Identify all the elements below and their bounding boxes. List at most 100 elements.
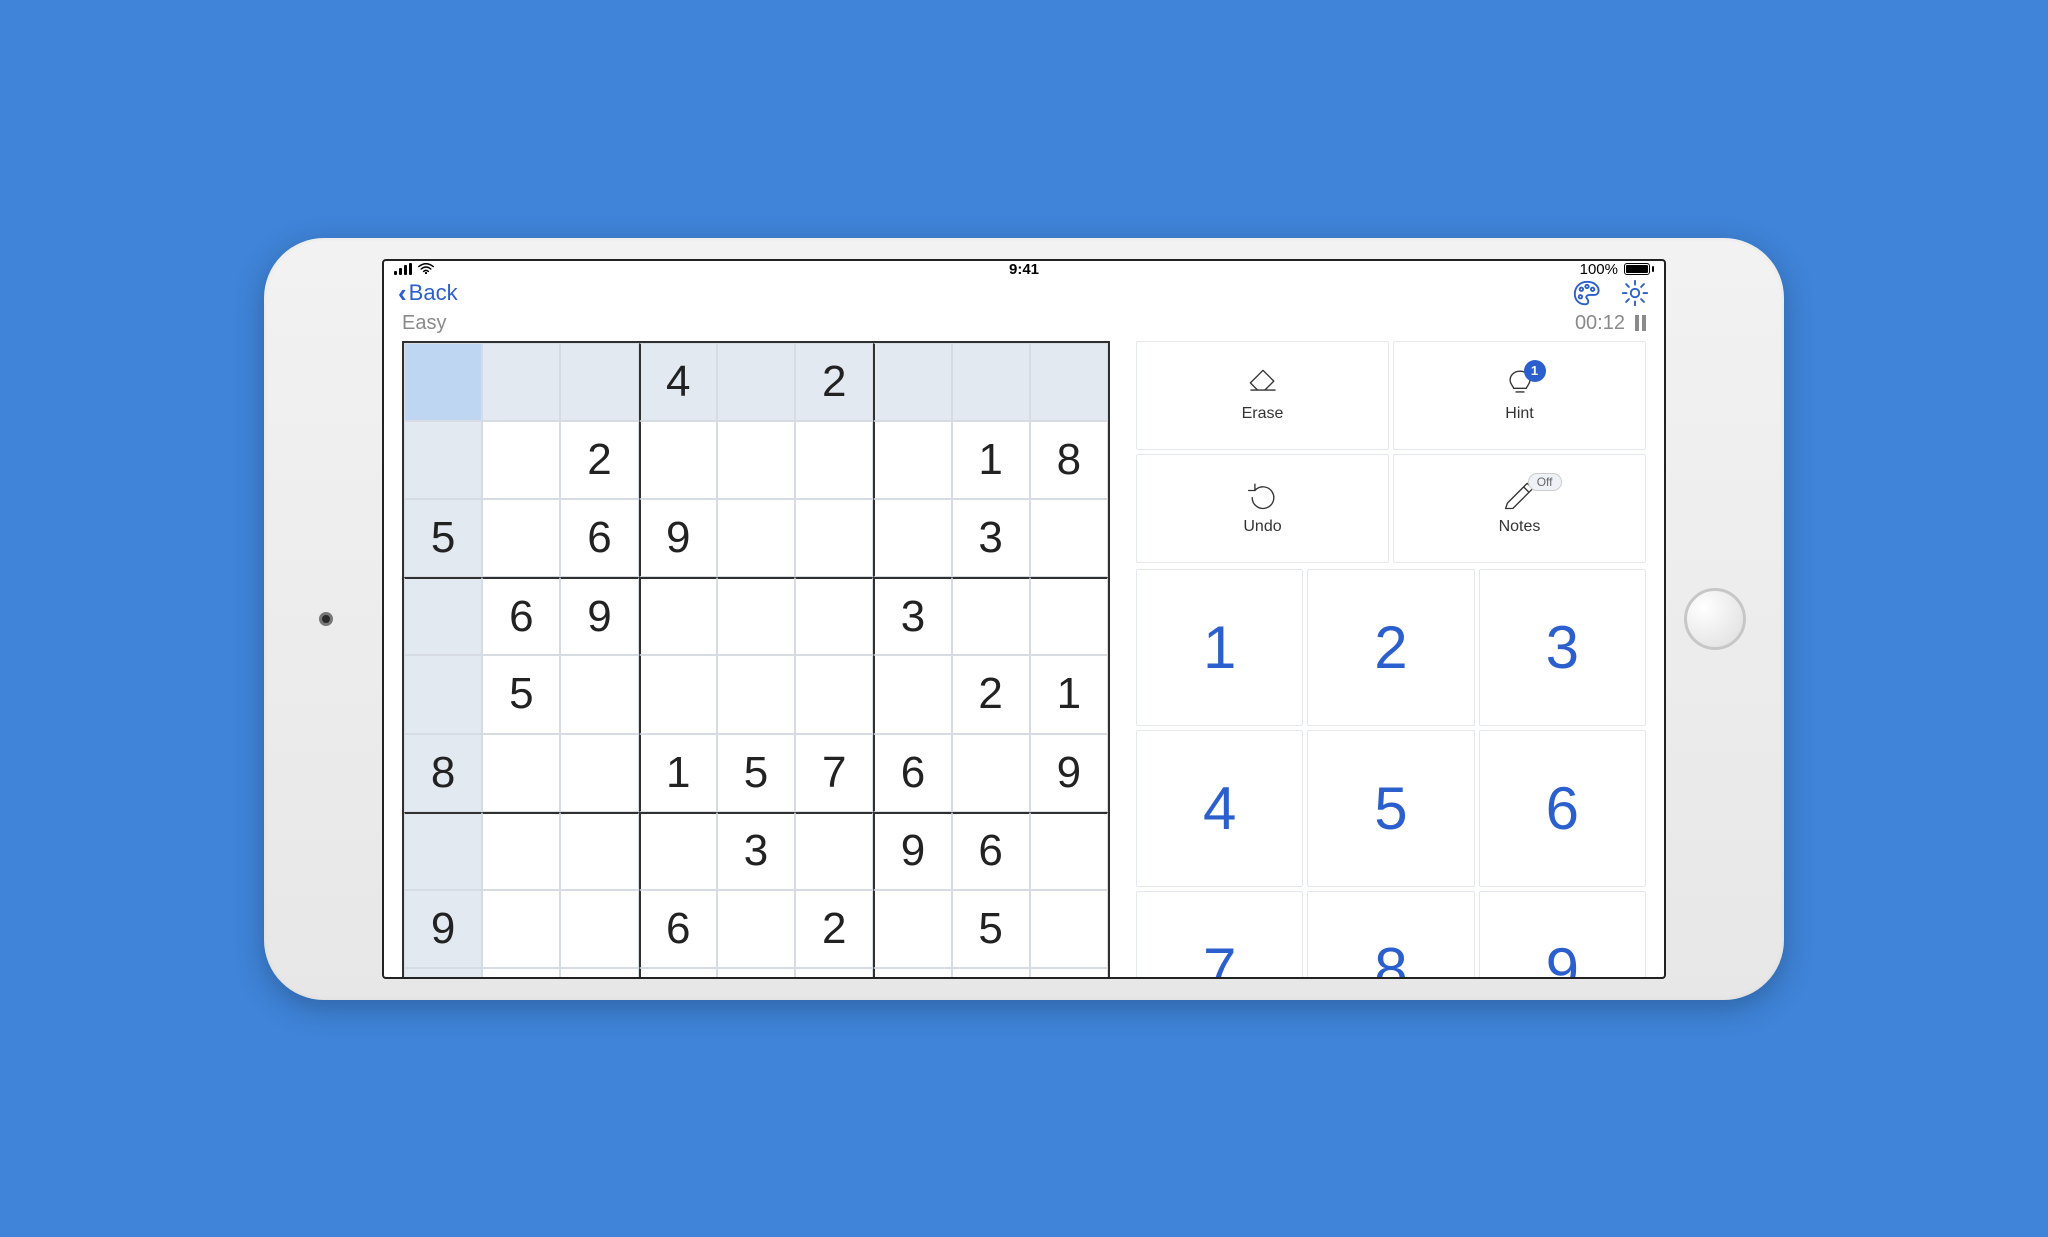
- number-button-9[interactable]: 9: [1479, 891, 1646, 978]
- home-button[interactable]: [1684, 588, 1746, 650]
- number-button-3[interactable]: 3: [1479, 569, 1646, 726]
- sudoku-cell[interactable]: 9: [639, 499, 717, 577]
- sudoku-cell[interactable]: 1: [952, 421, 1030, 499]
- sudoku-cell[interactable]: [952, 734, 1030, 812]
- sudoku-cell[interactable]: [482, 890, 560, 968]
- erase-button[interactable]: Erase: [1136, 341, 1389, 450]
- sudoku-cell[interactable]: [482, 343, 560, 421]
- sudoku-cell[interactable]: [639, 577, 717, 655]
- sudoku-cell[interactable]: 2: [560, 421, 638, 499]
- number-button-6[interactable]: 6: [1479, 730, 1646, 887]
- number-button-1[interactable]: 1: [1136, 569, 1303, 726]
- sudoku-cell[interactable]: [404, 421, 482, 499]
- sudoku-cell[interactable]: 6: [560, 499, 638, 577]
- sudoku-cell[interactable]: [1030, 343, 1108, 421]
- sudoku-cell[interactable]: [482, 499, 560, 577]
- sudoku-cell[interactable]: [873, 890, 951, 968]
- sudoku-cell[interactable]: 9: [404, 890, 482, 968]
- sudoku-cell[interactable]: [717, 655, 795, 733]
- sudoku-cell[interactable]: [560, 812, 638, 890]
- sudoku-cell[interactable]: 6: [639, 890, 717, 968]
- sudoku-cell[interactable]: [873, 343, 951, 421]
- sudoku-cell[interactable]: [482, 421, 560, 499]
- sudoku-cell[interactable]: [952, 343, 1030, 421]
- sudoku-cell[interactable]: [795, 499, 873, 577]
- sudoku-cell[interactable]: 1: [639, 734, 717, 812]
- sudoku-cell[interactable]: 1: [1030, 655, 1108, 733]
- sudoku-cell[interactable]: [1030, 812, 1108, 890]
- notes-button[interactable]: Off Notes: [1393, 454, 1646, 563]
- sudoku-cell[interactable]: 5: [717, 734, 795, 812]
- sudoku-cell[interactable]: [952, 577, 1030, 655]
- sudoku-cell[interactable]: [795, 655, 873, 733]
- hint-button[interactable]: 1 Hint: [1393, 341, 1646, 450]
- sudoku-cell[interactable]: 2: [795, 343, 873, 421]
- sudoku-cell[interactable]: 9: [873, 812, 951, 890]
- sudoku-cell[interactable]: [717, 968, 795, 978]
- sudoku-cell[interactable]: [560, 890, 638, 968]
- sudoku-cell[interactable]: [1030, 890, 1108, 968]
- sudoku-cell[interactable]: [482, 812, 560, 890]
- sudoku-cell[interactable]: 4: [639, 343, 717, 421]
- sudoku-cell[interactable]: [717, 577, 795, 655]
- sudoku-cell[interactable]: [873, 421, 951, 499]
- sudoku-cell[interactable]: 3: [952, 499, 1030, 577]
- sudoku-cell[interactable]: [560, 968, 638, 978]
- sudoku-cell[interactable]: 9: [560, 577, 638, 655]
- sudoku-cell[interactable]: 3: [873, 577, 951, 655]
- sudoku-cell[interactable]: 6: [873, 734, 951, 812]
- sudoku-cell[interactable]: 6: [952, 812, 1030, 890]
- number-button-8[interactable]: 8: [1307, 891, 1474, 978]
- sudoku-cell[interactable]: 3: [717, 812, 795, 890]
- sudoku-cell[interactable]: [639, 812, 717, 890]
- sudoku-cell[interactable]: 5: [952, 890, 1030, 968]
- sudoku-cell[interactable]: [404, 655, 482, 733]
- settings-gear-icon[interactable]: [1620, 278, 1650, 308]
- sudoku-cell[interactable]: [795, 968, 873, 978]
- sudoku-cell[interactable]: [717, 421, 795, 499]
- sudoku-cell[interactable]: [717, 890, 795, 968]
- sudoku-cell[interactable]: [873, 499, 951, 577]
- sudoku-cell[interactable]: 8: [404, 734, 482, 812]
- sudoku-cell[interactable]: [795, 812, 873, 890]
- number-button-5[interactable]: 5: [1307, 730, 1474, 887]
- sudoku-cell[interactable]: [639, 421, 717, 499]
- sudoku-cell[interactable]: [482, 968, 560, 978]
- sudoku-cell[interactable]: 2: [1030, 968, 1108, 978]
- sudoku-cell[interactable]: [560, 343, 638, 421]
- sudoku-cell[interactable]: [404, 968, 482, 978]
- sudoku-cell[interactable]: [404, 812, 482, 890]
- sudoku-cell[interactable]: [404, 343, 482, 421]
- back-button[interactable]: ‹ Back: [398, 280, 458, 306]
- sudoku-cell[interactable]: [482, 734, 560, 812]
- undo-button[interactable]: Undo: [1136, 454, 1389, 563]
- sudoku-cell[interactable]: 5: [404, 499, 482, 577]
- pause-icon[interactable]: [1635, 315, 1646, 331]
- sudoku-cell[interactable]: 5: [482, 655, 560, 733]
- sudoku-cell[interactable]: 7: [873, 968, 951, 978]
- sudoku-cell[interactable]: [560, 734, 638, 812]
- sudoku-cell[interactable]: 8: [1030, 421, 1108, 499]
- number-button-2[interactable]: 2: [1307, 569, 1474, 726]
- sudoku-cell[interactable]: [795, 421, 873, 499]
- sudoku-cell[interactable]: [873, 655, 951, 733]
- sudoku-cell[interactable]: 6: [482, 577, 560, 655]
- sudoku-cell[interactable]: [795, 577, 873, 655]
- sudoku-cell[interactable]: [404, 577, 482, 655]
- sudoku-cell[interactable]: [952, 968, 1030, 978]
- sudoku-cell[interactable]: [717, 343, 795, 421]
- sudoku-cell[interactable]: 2: [952, 655, 1030, 733]
- sudoku-cell[interactable]: [1030, 499, 1108, 577]
- number-button-7[interactable]: 7: [1136, 891, 1303, 978]
- sudoku-cell[interactable]: 7: [795, 734, 873, 812]
- cellular-signal-icon: [394, 263, 412, 275]
- sudoku-cell[interactable]: [639, 968, 717, 978]
- palette-icon[interactable]: [1572, 278, 1602, 308]
- sudoku-cell[interactable]: [717, 499, 795, 577]
- sudoku-cell[interactable]: [639, 655, 717, 733]
- sudoku-cell[interactable]: 9: [1030, 734, 1108, 812]
- sudoku-cell[interactable]: [1030, 577, 1108, 655]
- sudoku-cell[interactable]: [560, 655, 638, 733]
- number-button-4[interactable]: 4: [1136, 730, 1303, 887]
- sudoku-cell[interactable]: 2: [795, 890, 873, 968]
